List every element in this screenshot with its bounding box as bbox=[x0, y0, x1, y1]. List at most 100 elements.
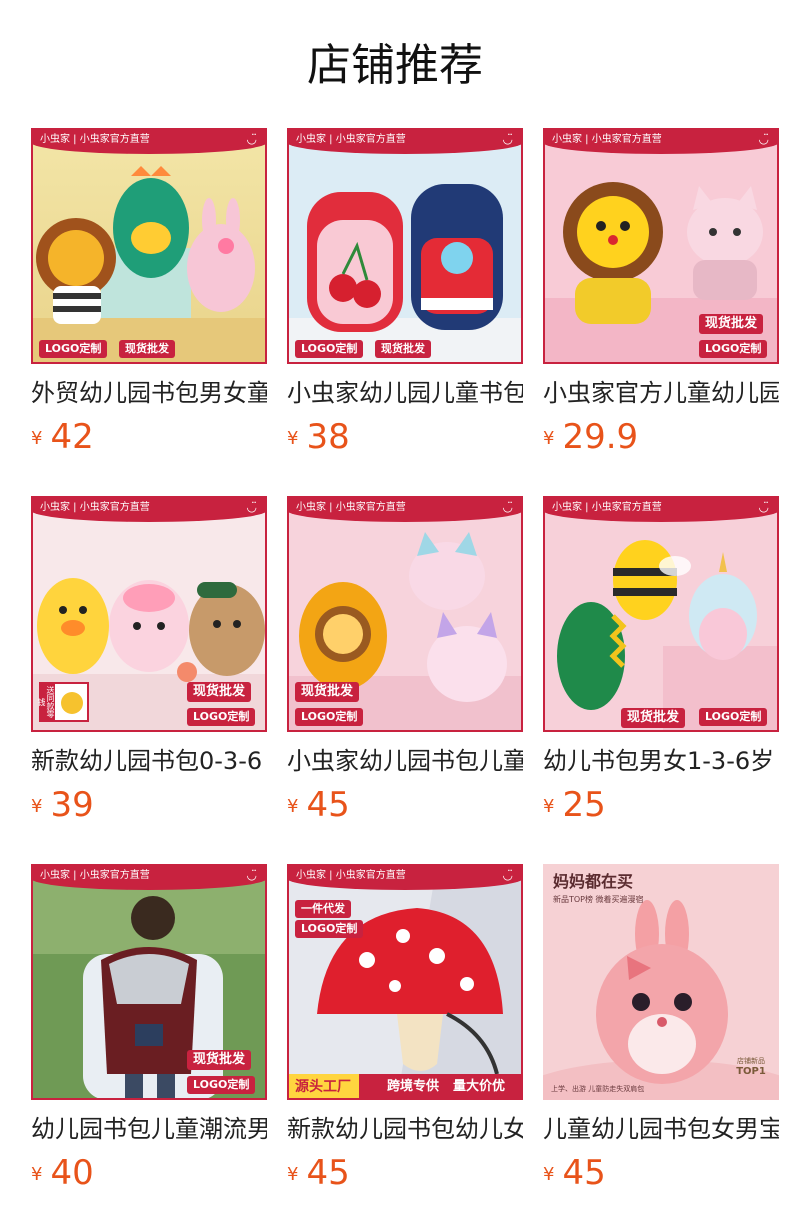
price-value: 45 bbox=[562, 1153, 606, 1193]
wholesale-tag: 现货批发 bbox=[295, 682, 360, 702]
currency-symbol: ¥ bbox=[543, 1164, 555, 1185]
product-name[interactable]: 新款幼儿园书包0-3-6 bbox=[31, 744, 267, 778]
top1-badge: 店铺新品 TOP1 bbox=[729, 1056, 773, 1090]
logo-custom-tag: LOGO定制 bbox=[187, 708, 256, 726]
price-value: 45 bbox=[306, 785, 350, 825]
brand-bar: 小虫家 | 小虫家官方直营 ◡̈ bbox=[287, 128, 523, 154]
coin-purse-icon bbox=[61, 692, 83, 714]
currency-symbol: ¥ bbox=[287, 428, 299, 449]
product-name[interactable]: 外贸幼儿园书包男女童 bbox=[31, 376, 267, 410]
brand-bar: 小虫家 | 小虫家官方直营 ◡̈ bbox=[287, 496, 523, 522]
product-photo bbox=[543, 496, 779, 732]
price-value: 38 bbox=[306, 417, 350, 457]
logo-custom-tag: LOGO定制 bbox=[295, 920, 364, 938]
wholesale-tag: 现货批发 bbox=[187, 1050, 252, 1070]
product-card[interactable]: 小虫家 | 小虫家官方直营 ◡̈ 现货批发 LOGO定制 小虫家官方儿童幼儿园 … bbox=[543, 128, 779, 458]
brand-label: 小虫家 | 小虫家官方直营 bbox=[296, 870, 406, 881]
product-card[interactable]: 小虫家 | 小虫家官方直营 ◡̈ 现货批发 LOGO定制 幼儿园书包儿童潮流男 … bbox=[31, 864, 267, 1194]
price-value: 40 bbox=[50, 1153, 94, 1193]
product-price: ¥40 bbox=[31, 1152, 94, 1194]
brand-label: 小虫家 | 小虫家官方直营 bbox=[296, 134, 406, 145]
gift-badge: 送同款零钱 bbox=[37, 682, 89, 722]
badge-rank: TOP1 bbox=[736, 1066, 766, 1077]
logo-custom-tag: LOGO定制 bbox=[699, 340, 768, 358]
logo-custom-tag: LOGO定制 bbox=[295, 708, 364, 726]
smile-icon: ◡̈ bbox=[502, 868, 513, 882]
product-name[interactable]: 小虫家幼儿园儿童书包 bbox=[287, 376, 523, 410]
product-price: ¥25 bbox=[543, 784, 606, 826]
gift-label: 送同款零钱 bbox=[37, 684, 55, 720]
wholesale-tag: 现货批发 bbox=[699, 314, 764, 334]
product-name[interactable]: 小虫家幼儿园书包儿童 bbox=[287, 744, 523, 778]
currency-symbol: ¥ bbox=[31, 428, 43, 449]
product-name[interactable]: 小虫家官方儿童幼儿园 bbox=[543, 376, 779, 410]
price-value: 29.9 bbox=[562, 417, 639, 457]
promo-banner: 源头工厂 跨境专供 量大价优 bbox=[287, 1074, 523, 1100]
currency-symbol: ¥ bbox=[543, 796, 555, 817]
logo-custom-tag: LOGO定制 bbox=[187, 1076, 256, 1094]
brand-label: 小虫家 | 小虫家官方直营 bbox=[552, 134, 662, 145]
price-value: 42 bbox=[50, 417, 94, 457]
price-value: 45 bbox=[306, 1153, 350, 1193]
product-image[interactable]: 小虫家 | 小虫家官方直营 ◡̈ 现货批发 LOGO定制 bbox=[287, 496, 523, 732]
price-value: 39 bbox=[50, 785, 94, 825]
product-name[interactable]: 新款幼儿园书包幼儿女 bbox=[287, 1112, 523, 1146]
product-photo bbox=[31, 128, 267, 364]
product-card[interactable]: 小虫家 | 小虫家官方直营 ◡̈ 一件代发 LOGO定制 源头工厂 跨境专供 量… bbox=[287, 864, 523, 1194]
smile-icon: ◡̈ bbox=[502, 500, 513, 514]
brand-bar: 小虫家 | 小虫家官方直营 ◡̈ bbox=[31, 496, 267, 522]
brand-label: 小虫家 | 小虫家官方直营 bbox=[40, 502, 150, 513]
smile-icon: ◡̈ bbox=[246, 500, 257, 514]
product-name[interactable]: 儿童幼儿园书包女男宝 bbox=[543, 1112, 779, 1146]
product-card[interactable]: 小虫家 | 小虫家官方直营 ◡̈ LOGO定制 现货批发 小虫家幼儿园儿童书包 … bbox=[287, 128, 523, 458]
brand-label: 小虫家 | 小虫家官方直营 bbox=[552, 502, 662, 513]
brand-bar: 小虫家 | 小虫家官方直营 ◡̈ bbox=[543, 496, 779, 522]
product-card[interactable]: 妈妈都在买 新品TOP榜 微着买遍漫宿 上学、出游 儿童防走失双肩包 店铺新品 … bbox=[543, 864, 779, 1194]
subline: 新品TOP榜 微着买遍漫宿 bbox=[553, 895, 644, 904]
logo-custom-tag: LOGO定制 bbox=[295, 340, 364, 358]
smile-icon: ◡̈ bbox=[758, 132, 769, 146]
brand-label: 小虫家 | 小虫家官方直营 bbox=[296, 502, 406, 513]
product-image[interactable]: 小虫家 | 小虫家官方直营 ◡̈ 现货批发 LOGO定制 bbox=[543, 496, 779, 732]
product-image[interactable]: 小虫家 | 小虫家官方直营 ◡̈ 现货批发 LOGO定制 bbox=[31, 864, 267, 1100]
wholesale-tag: 现货批发 bbox=[187, 682, 252, 702]
currency-symbol: ¥ bbox=[31, 1164, 43, 1185]
currency-symbol: ¥ bbox=[287, 796, 299, 817]
product-card[interactable]: 小虫家 | 小虫家官方直营 ◡̈ 送同款零钱 现货批发 LOGO定制 新款幼儿园… bbox=[31, 496, 267, 826]
product-price: ¥42 bbox=[31, 416, 94, 458]
product-image[interactable]: 小虫家 | 小虫家官方直营 ◡̈ 送同款零钱 现货批发 LOGO定制 bbox=[31, 496, 267, 732]
product-card[interactable]: 小虫家 | 小虫家官方直营 ◡̈ 现货批发 LOGO定制 幼儿书包男女1-3-6… bbox=[543, 496, 779, 826]
smile-icon: ◡̈ bbox=[246, 132, 257, 146]
smile-icon: ◡̈ bbox=[502, 132, 513, 146]
product-price: ¥38 bbox=[287, 416, 350, 458]
currency-symbol: ¥ bbox=[287, 1164, 299, 1185]
bulk-price-label: 量大价优 bbox=[453, 1079, 506, 1094]
brand-bar: 小虫家 | 小虫家官方直营 ◡̈ bbox=[287, 864, 523, 890]
product-image[interactable]: 妈妈都在买 新品TOP榜 微着买遍漫宿 上学、出游 儿童防走失双肩包 店铺新品 … bbox=[543, 864, 779, 1100]
headline: 妈妈都在买 bbox=[553, 872, 634, 891]
currency-symbol: ¥ bbox=[31, 796, 43, 817]
currency-symbol: ¥ bbox=[543, 428, 555, 449]
product-photo bbox=[287, 128, 523, 364]
brand-label: 小虫家 | 小虫家官方直营 bbox=[40, 870, 150, 881]
logo-custom-tag: LOGO定制 bbox=[699, 708, 768, 726]
smile-icon: ◡̈ bbox=[758, 500, 769, 514]
product-image[interactable]: 小虫家 | 小虫家官方直营 ◡̈ LOGO定制 现货批发 bbox=[31, 128, 267, 364]
price-value: 25 bbox=[562, 785, 606, 825]
product-price: ¥45 bbox=[287, 1152, 350, 1194]
brand-label: 小虫家 | 小虫家官方直营 bbox=[40, 134, 150, 145]
product-image[interactable]: 小虫家 | 小虫家官方直营 ◡̈ LOGO定制 现货批发 bbox=[287, 128, 523, 364]
page-title: 店铺推荐 bbox=[307, 40, 483, 91]
product-card[interactable]: 小虫家 | 小虫家官方直营 ◡̈ LOGO定制 现货批发 外贸幼儿园书包男女童 … bbox=[31, 128, 267, 458]
dropship-tag: 一件代发 bbox=[295, 900, 351, 918]
product-name[interactable]: 幼儿园书包儿童潮流男 bbox=[31, 1112, 267, 1146]
product-name[interactable]: 幼儿书包男女1-3-6岁 bbox=[543, 744, 779, 778]
cross-border-label: 跨境专供 bbox=[387, 1079, 440, 1094]
source-factory-label: 源头工厂 bbox=[287, 1074, 359, 1100]
product-image[interactable]: 小虫家 | 小虫家官方直营 ◡̈ 现货批发 LOGO定制 bbox=[543, 128, 779, 364]
product-image[interactable]: 小虫家 | 小虫家官方直营 ◡̈ 一件代发 LOGO定制 源头工厂 跨境专供 量… bbox=[287, 864, 523, 1100]
product-price: ¥45 bbox=[287, 784, 350, 826]
product-card[interactable]: 小虫家 | 小虫家官方直营 ◡̈ 现货批发 LOGO定制 小虫家幼儿园书包儿童 … bbox=[287, 496, 523, 826]
product-price: ¥39 bbox=[31, 784, 94, 826]
brand-bar: 小虫家 | 小虫家官方直营 ◡̈ bbox=[31, 864, 267, 890]
